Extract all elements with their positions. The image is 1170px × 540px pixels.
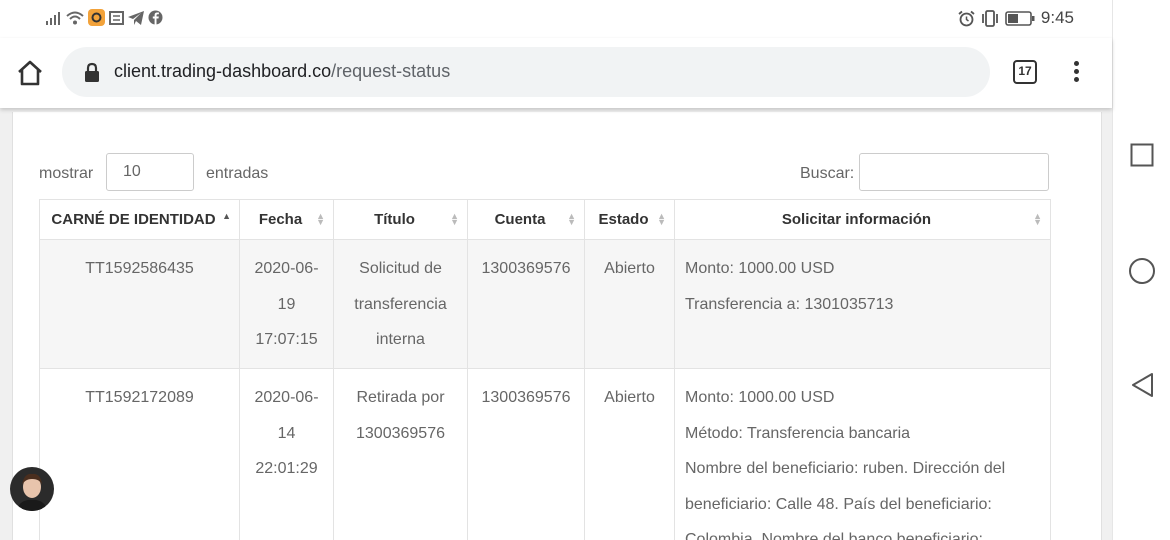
cell-status: Abierto bbox=[584, 368, 675, 540]
tab-switcher-button[interactable]: 17 bbox=[1013, 60, 1037, 84]
length-suffix: entradas bbox=[206, 165, 269, 182]
system-status: 9:45 bbox=[958, 8, 1074, 28]
table-row: TT1592172089 2020-06- 14 22:01:29 Retira… bbox=[39, 368, 1051, 540]
url-domain: client.trading-dashboard.co bbox=[114, 61, 332, 81]
system-navigation-bar bbox=[1112, 0, 1170, 540]
cell-id: TT1592586435 bbox=[39, 239, 240, 369]
cell-info: Monto: 1000.00 USD Método: Transferencia… bbox=[674, 368, 1051, 540]
sort-icon: ▲ ▼ bbox=[567, 211, 576, 227]
sort-icon: ▲ ▼ bbox=[450, 211, 459, 227]
column-header-account[interactable]: Cuenta ▲ ▼ bbox=[467, 199, 585, 240]
home-nav-icon[interactable] bbox=[1128, 257, 1156, 285]
app-icon bbox=[88, 9, 105, 26]
vibrate-icon bbox=[982, 9, 998, 27]
sort-icon: ▲ ▼ bbox=[316, 211, 325, 227]
url-path: /request-status bbox=[331, 61, 451, 81]
signal-icon bbox=[46, 11, 60, 25]
search-input[interactable] bbox=[859, 153, 1049, 191]
home-icon[interactable] bbox=[14, 57, 46, 89]
cell-account: 1300369576 bbox=[467, 368, 585, 540]
alarm-icon bbox=[958, 10, 975, 26]
entries-value: 10 bbox=[123, 163, 141, 180]
cell-info: Monto: 1000.00 USD Transferencia a: 1301… bbox=[674, 239, 1051, 369]
facebook-icon bbox=[148, 10, 163, 25]
sort-asc-icon: ▲ bbox=[222, 211, 231, 221]
requests-card: mostrar 10 entradas Buscar: CARNÉ DE IDE… bbox=[12, 112, 1102, 540]
cell-account: 1300369576 bbox=[467, 239, 585, 369]
entries-per-page-select[interactable]: 10 bbox=[106, 153, 194, 191]
back-icon[interactable] bbox=[1130, 372, 1154, 398]
cell-title: Retirada por 1300369576 bbox=[333, 368, 468, 540]
requests-table: CARNÉ DE IDENTIDAD ▲ Fecha ▲ ▼ Título ▲ ▼ Cue… bbox=[39, 199, 1051, 540]
table-row: TT1592586435 2020-06- 19 17:07:15 Solici… bbox=[39, 239, 1051, 369]
wifi-icon bbox=[66, 11, 84, 24]
more-options-icon[interactable] bbox=[1066, 58, 1086, 88]
column-header-id[interactable]: CARNÉ DE IDENTIDAD ▲ bbox=[39, 199, 240, 240]
cell-id: TT1592172089 bbox=[39, 368, 240, 540]
page-content: mostrar 10 entradas Buscar: CARNÉ DE IDE… bbox=[0, 108, 1112, 540]
cell-status: Abierto bbox=[584, 239, 675, 369]
table-header-row: CARNÉ DE IDENTIDAD ▲ Fecha ▲ ▼ Título ▲ ▼ Cue… bbox=[39, 199, 1051, 240]
chat-avatar[interactable] bbox=[10, 467, 54, 511]
search-label: Buscar: bbox=[800, 165, 855, 182]
browser-toolbar: client.trading-dashboard.co/request-stat… bbox=[0, 38, 1112, 108]
telegram-icon bbox=[128, 10, 144, 25]
clock: 9:45 bbox=[1040, 8, 1074, 27]
tab-count: 17 bbox=[1018, 64, 1032, 78]
url-text[interactable]: client.trading-dashboard.co/request-stat… bbox=[114, 61, 450, 82]
column-header-status[interactable]: Estado ▲ ▼ bbox=[584, 199, 675, 240]
battery-icon bbox=[1005, 10, 1035, 26]
news-icon bbox=[109, 10, 124, 25]
notification-icons bbox=[46, 9, 163, 26]
cell-date: 2020-06- 19 17:07:15 bbox=[239, 239, 334, 369]
column-header-date[interactable]: Fecha ▲ ▼ bbox=[239, 199, 334, 240]
cell-title: Solicitud de transferencia interna bbox=[333, 239, 468, 369]
length-prefix: mostrar bbox=[39, 165, 94, 182]
lock-icon bbox=[85, 62, 99, 82]
sort-icon: ▲ ▼ bbox=[657, 211, 666, 227]
avatar-image bbox=[10, 467, 54, 511]
sort-icon: ▲ ▼ bbox=[1033, 211, 1042, 227]
column-header-info[interactable]: Solicitar información ▲ ▼ bbox=[674, 199, 1051, 240]
cell-date: 2020-06- 14 22:01:29 bbox=[239, 368, 334, 540]
column-header-title[interactable]: Título ▲ ▼ bbox=[333, 199, 468, 240]
recent-apps-icon[interactable] bbox=[1130, 143, 1154, 167]
address-bar[interactable]: client.trading-dashboard.co/request-stat… bbox=[62, 47, 990, 97]
status-bar: 9:45 bbox=[0, 0, 1112, 38]
